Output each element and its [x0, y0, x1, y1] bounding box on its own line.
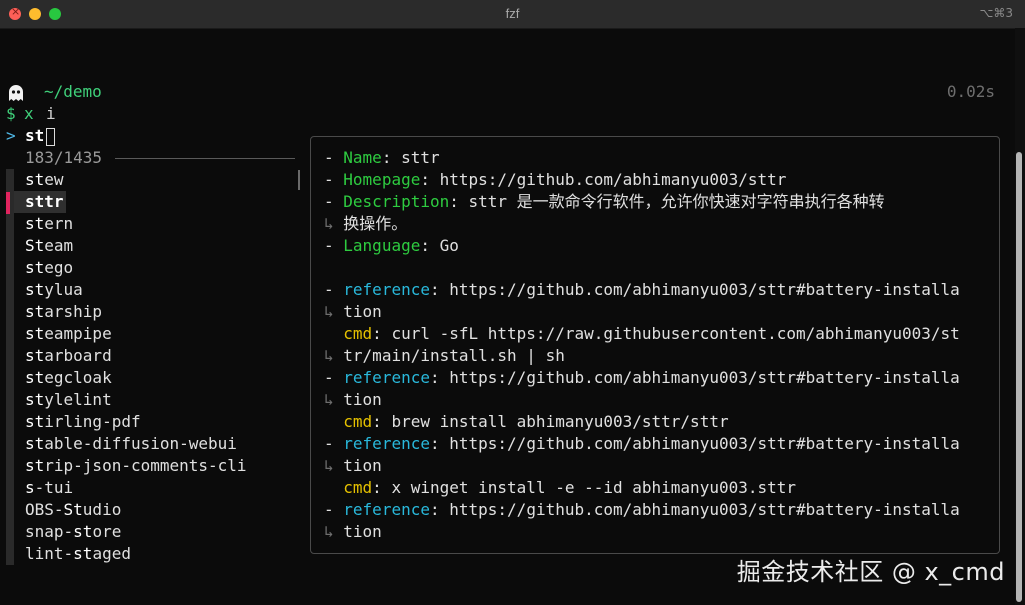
preview-line: - reference: https://github.com/abhimany…: [324, 434, 960, 453]
preview-line: - Name: sttr: [324, 148, 440, 167]
selection-marker: [6, 192, 10, 214]
title-bar: fzf ⌥⌘3: [0, 0, 1025, 29]
fzf-prompt-symbol: >: [6, 126, 16, 145]
result-item[interactable]: stew: [25, 169, 64, 191]
command-argument: i: [46, 104, 56, 123]
preview-value-description: sttr 是一款命令行软件，允许你快速对字符串执行各种转: [468, 192, 885, 211]
preview-line: ↳ tr/main/install.sh | sh: [324, 346, 565, 365]
terminal-window: fzf ⌥⌘3 ~/demo 0.02s $ x i > st 183/1435…: [0, 0, 1025, 605]
wrap-arrow-icon: ↳: [324, 214, 334, 233]
preview-value-name: sttr: [401, 148, 440, 167]
match-count: 183/1435: [25, 148, 103, 167]
result-item[interactable]: OBS-Studio: [25, 499, 121, 521]
search-query-input[interactable]: st: [25, 125, 44, 147]
preview-key-cmd: cmd: [343, 412, 373, 431]
preview-line: ↳ tion: [324, 390, 382, 409]
results-gutter: [6, 169, 14, 565]
result-item[interactable]: stable-diffusion-webui: [25, 433, 237, 455]
result-item[interactable]: stego: [25, 257, 73, 279]
preview-line: ↳ 换操作。: [324, 214, 408, 233]
preview-key-name: Name: [343, 148, 382, 167]
preview-value-homepage: https://github.com/abhimanyu003/sttr: [439, 170, 787, 189]
wrap-arrow-icon: ↳: [324, 390, 334, 409]
preview-key-description: Description: [343, 192, 450, 211]
result-item[interactable]: stylelint: [25, 389, 112, 411]
result-item[interactable]: stylua: [25, 279, 83, 301]
current-directory: ~/demo: [44, 82, 102, 101]
preview-line: - Homepage: https://github.com/abhimanyu…: [324, 170, 787, 189]
result-item[interactable]: starship: [25, 301, 102, 323]
command-name: x: [24, 104, 34, 123]
wrap-arrow-icon: ↳: [324, 522, 334, 541]
result-item[interactable]: Steam: [25, 235, 73, 257]
result-item[interactable]: stern: [25, 213, 73, 235]
result-item[interactable]: stirling-pdf: [25, 411, 141, 433]
result-item[interactable]: steampipe: [25, 323, 112, 345]
result-item[interactable]: lint-staged: [25, 543, 131, 565]
result-item[interactable]: snap-store: [25, 521, 121, 543]
window-title: fzf: [505, 6, 520, 21]
preview-line: - Language: Go: [324, 236, 459, 255]
result-item[interactable]: starboard: [25, 345, 112, 367]
shell-prompt-symbol: $: [6, 104, 16, 123]
preview-line: - reference: https://github.com/abhimany…: [324, 280, 960, 299]
elapsed-time: 0.02s: [946, 82, 995, 101]
preview-key-cmd: cmd: [343, 324, 373, 343]
text-cursor: [46, 128, 55, 146]
preview-key-cmd: cmd: [343, 478, 373, 497]
result-item[interactable]: stegcloak: [25, 367, 112, 389]
preview-key-reference: reference: [343, 500, 430, 519]
preview-line: cmd: brew install abhimanyu003/sttr/sttr: [343, 412, 729, 431]
preview-key-reference: reference: [343, 368, 430, 387]
preview-line: cmd: curl -sfL https://raw.githubusercon…: [343, 324, 960, 343]
preview-key-reference: reference: [343, 280, 430, 299]
result-item[interactable]: strip-json-comments-cli: [25, 455, 247, 477]
results-scroll-indicator[interactable]: [298, 170, 300, 190]
terminal-body[interactable]: ~/demo 0.02s $ x i > st 183/1435 stew stt…: [0, 28, 1025, 605]
wrap-arrow-icon: ↳: [324, 302, 334, 321]
preview-key-homepage: Homepage: [343, 170, 421, 189]
preview-key-language: Language: [343, 236, 421, 255]
preview-line: - reference: https://github.com/abhimany…: [324, 500, 960, 519]
result-item[interactable]: s-tui: [25, 477, 73, 499]
preview-line: ↳ tion: [324, 302, 382, 321]
preview-line: - reference: https://github.com/abhimany…: [324, 368, 960, 387]
preview-value-language: Go: [439, 236, 459, 255]
window-shortcut: ⌥⌘3: [979, 6, 1013, 20]
preview-line: ↳ tion: [324, 522, 382, 541]
ghost-icon: [9, 85, 23, 101]
preview-key-reference: reference: [343, 434, 430, 453]
wrap-arrow-icon: ↳: [324, 456, 334, 475]
watermark: 掘金技术社区 @ x_cmd: [736, 558, 1005, 586]
result-item[interactable]: sttr: [25, 191, 64, 213]
match-count-divider: [115, 158, 295, 159]
wrap-arrow-icon: ↳: [324, 346, 334, 365]
preview-line: ↳ tion: [324, 456, 382, 475]
preview-line: cmd: x winget install -e --id abhimanyu0…: [343, 478, 797, 497]
preview-line: - Description: sttr 是一款命令行软件，允许你快速对字符串执行…: [324, 192, 885, 211]
